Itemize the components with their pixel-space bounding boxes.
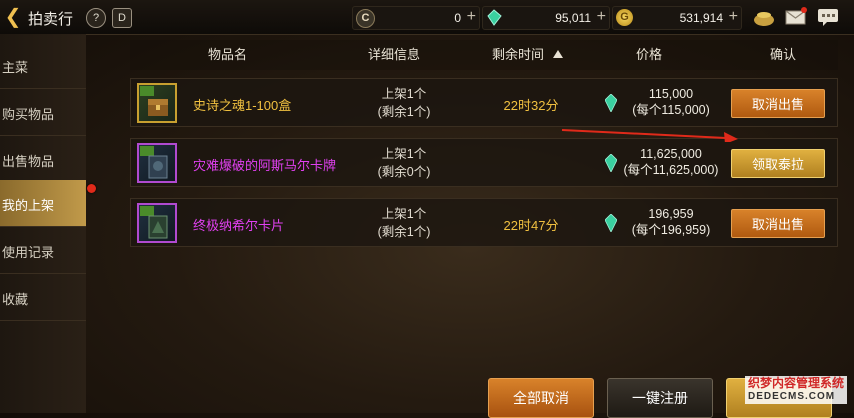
sidebar-item-sell[interactable]: 出售物品 <box>0 136 86 183</box>
sidebar-item-history[interactable]: 使用记录 <box>0 227 86 274</box>
total-price: 115,000 <box>648 87 694 101</box>
table-row[interactable]: 史诗之魂1-100盒 上架1个 (剩余1个) 22时32分 115,000 (每… <box>130 78 838 127</box>
info-icon[interactable]: D <box>112 8 132 28</box>
table-row[interactable]: 终极纳希尔卡片 上架1个 (剩余1个) 22时47分 196,959 (每个19… <box>130 198 838 247</box>
page-title: 拍卖行 <box>28 11 74 28</box>
header-time[interactable]: 剩余时间 <box>492 44 544 72</box>
item-thumbnail[interactable] <box>137 203 177 243</box>
total-price: 11,625,000 <box>640 147 702 161</box>
unit-price: (每个115,000) <box>632 103 710 117</box>
currency-c-coin: C 0 + <box>352 6 480 30</box>
item-tag-icon <box>140 86 154 96</box>
sidebar-item-favorites[interactable]: 收藏 <box>0 274 86 321</box>
cancel-sale-button[interactable]: 取消出售 <box>731 209 825 238</box>
top-bar: ❮ 拍卖行 ? D C 0 + 95,011 + G 531,914 + <box>0 0 854 35</box>
add-icon[interactable]: + <box>467 8 476 26</box>
add-icon[interactable]: + <box>597 8 606 26</box>
item-name: 史诗之魂1-100盒 <box>193 98 292 113</box>
cancel-all-button[interactable]: 全部取消 <box>488 378 594 418</box>
item-price: 196,959 (每个196,959) <box>621 206 721 238</box>
sort-asc-icon[interactable] <box>553 50 563 58</box>
item-name: 灾难爆破的阿斯马尔卡牌 <box>193 158 337 173</box>
total-price: 196,959 <box>648 207 694 221</box>
listed-count: 上架1个 <box>381 87 427 101</box>
watermark-cn: 织梦内容管理系统 <box>748 376 845 390</box>
chat-icon[interactable] <box>816 6 840 28</box>
c-coin-icon: C <box>356 9 375 28</box>
chest-icon <box>148 99 168 116</box>
card-icon <box>148 155 168 179</box>
item-detail: 上架1个 (剩余0个) <box>359 145 449 181</box>
currency-value: 531,914 <box>679 11 723 25</box>
annotation-arrow <box>561 129 738 142</box>
cancel-sale-button[interactable]: 取消出售 <box>731 89 825 118</box>
sidebar: 主菜 购买物品 出售物品 我的上架 使用记录 收藏 <box>0 34 86 413</box>
watermark: 织梦内容管理系统 DEDECMS.COM <box>745 376 848 404</box>
header-name[interactable]: 物品名 <box>208 44 247 72</box>
listed-count: 上架1个 <box>381 207 427 221</box>
item-detail: 上架1个 (剩余1个) <box>359 85 449 121</box>
sidebar-item-buy[interactable]: 购买物品 <box>0 89 86 136</box>
sidebar-item-my-listings[interactable]: 我的上架 <box>0 180 86 227</box>
table-row[interactable]: 灾难爆破的阿斯马尔卡牌 上架1个 (剩余0个) 11,625,000 (每个11… <box>130 138 838 187</box>
unit-price: (每个11,625,000) <box>623 163 719 177</box>
item-name: 终极纳希尔卡片 <box>193 218 285 233</box>
help-icon[interactable]: ? <box>86 8 106 28</box>
header-confirm: 确认 <box>770 47 797 62</box>
gold-coin-icon: G <box>616 9 633 26</box>
notification-dot <box>87 184 96 193</box>
one-click-register-button[interactable]: 一键注册 <box>607 378 713 418</box>
item-price: 11,625,000 (每个11,625,000) <box>621 146 721 178</box>
gem-icon <box>605 214 617 232</box>
mail-icon[interactable] <box>784 6 808 28</box>
item-detail: 上架1个 (剩余1个) <box>359 205 449 241</box>
item-price: 115,000 (每个115,000) <box>621 86 721 118</box>
card-icon <box>148 215 168 239</box>
time-remaining: 22时47分 <box>503 218 559 233</box>
header-detail: 详细信息 <box>368 47 421 62</box>
add-icon[interactable]: + <box>729 8 738 26</box>
remaining-count: (剩余1个) <box>377 105 431 119</box>
watermark-en: DEDECMS.COM <box>748 391 836 402</box>
gem-icon <box>605 94 617 112</box>
gem-icon <box>605 154 617 172</box>
unit-price: (每个196,959) <box>631 223 711 237</box>
listed-count: 上架1个 <box>381 147 427 161</box>
back-arrow-icon[interactable]: ❮ <box>2 6 24 28</box>
remaining-count: (剩余1个) <box>377 225 431 239</box>
currency-value: 0 <box>454 11 461 25</box>
sidebar-item-main[interactable]: 主菜 <box>0 42 86 89</box>
currency-value: 95,011 <box>555 11 591 25</box>
item-thumbnail[interactable] <box>137 143 177 183</box>
currency-gem: 95,011 + <box>482 6 610 30</box>
claim-tera-button[interactable]: 领取泰拉 <box>731 149 825 178</box>
item-thumbnail[interactable] <box>137 83 177 123</box>
time-remaining: 22时32分 <box>503 98 559 113</box>
remaining-count: (剩余0个) <box>377 165 431 179</box>
gem-icon <box>487 9 502 26</box>
header-price: 价格 <box>636 47 663 62</box>
currency-gold: G 531,914 + <box>612 6 742 30</box>
pot-icon[interactable] <box>752 6 776 28</box>
